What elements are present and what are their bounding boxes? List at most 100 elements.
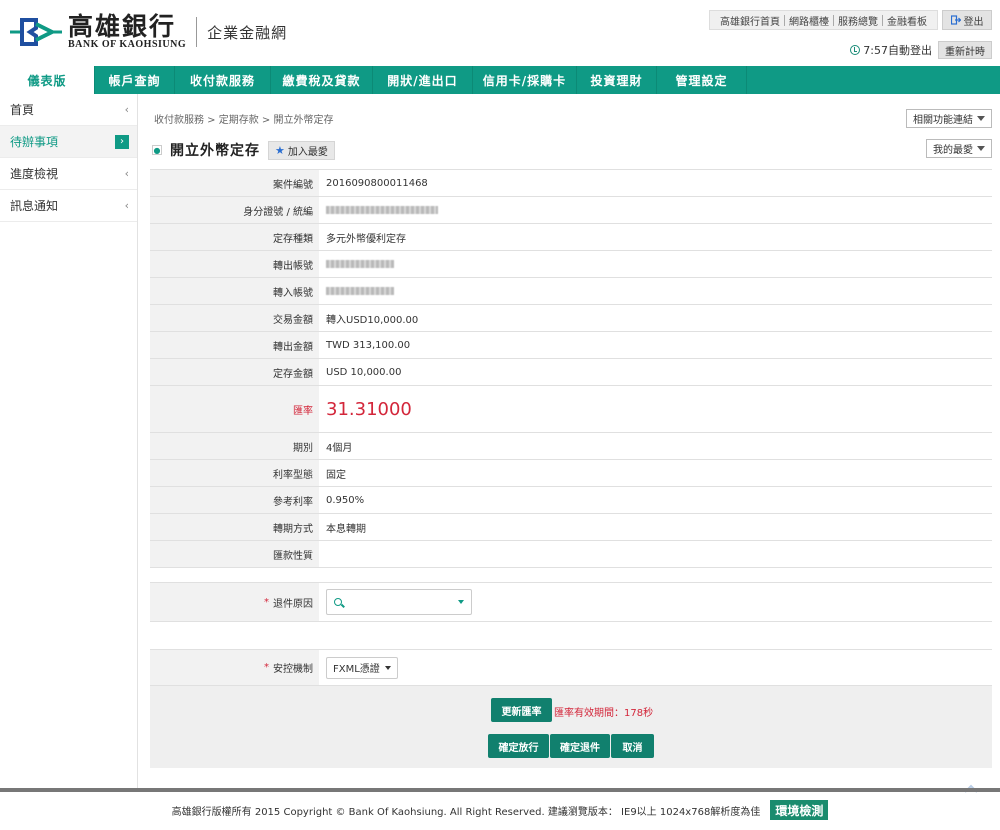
logo-english-name: BANK OF KAOHSIUNG [68,39,187,50]
exchange-rate-value: 31.31000 [326,398,412,420]
clock-icon [850,45,861,55]
detail-row-deposit-amount: 定存金額 USD 10,000.00 [150,359,992,386]
logout-button[interactable]: 登出 [942,10,992,30]
redacted-value [326,260,394,268]
sidebar-item-home[interactable]: 首頁 ‹ [0,94,137,126]
top-links: 高雄銀行首頁 網路櫃檯 服務總覽 金融看板 [709,10,938,30]
row-label: 交易金額 [150,305,319,331]
tab-tax-and-loans[interactable]: 繳費稅及貸款 [271,66,373,94]
row-label: 匯率 [150,386,319,432]
cancel-button[interactable]: 取消 [611,734,654,758]
bank-logo-icon [10,18,62,46]
page-title: 開立外幣定存 [170,143,260,159]
sidebar-item-label: 待辦事項 [10,135,59,149]
reject-reason-label: 退件原因 [273,598,313,610]
chevron-left-icon: ‹ [124,199,129,212]
logo-divider [196,17,198,47]
row-label: 匯款性質 [150,541,319,567]
reject-reason-select[interactable] [326,589,472,615]
row-value: 轉入USD10,000.00 [326,314,419,326]
redacted-value [326,206,438,214]
row-label: 身分證號 / 統編 [150,197,319,223]
redacted-value [326,287,394,295]
chevron-left-icon: ‹ [124,167,129,180]
row-label: 轉出帳號 [150,251,319,277]
main-nav: 儀表版 帳戶查詢 收付款服務 繳費稅及貸款 開狀/進出口 信用卡/採購卡 投資理… [0,66,1000,94]
logout-label: 登出 [963,16,984,28]
renew-session-button[interactable]: 重新計時 [938,41,992,59]
chevron-right-icon: › [115,134,129,149]
row-label: 定存種類 [150,224,319,250]
detail-row-deposit-type: 定存種類 多元外幣優利定存 [150,224,992,251]
detail-row-to-account: 轉入帳號 [150,278,992,305]
chevron-left-icon: ‹ [124,103,129,116]
site-subtitle: 企業金融網 [207,23,288,42]
related-links-dropdown[interactable]: 相關功能連結 [906,109,992,128]
auto-logout-text: 7:57自動登出 [863,44,932,57]
footer-divider [0,788,1000,792]
tab-account-inquiry[interactable]: 帳戶查詢 [95,66,175,94]
tab-investment[interactable]: 投資理財 [577,66,657,94]
detail-row-exchange-rate: 匯率 31.31000 [150,386,992,433]
refresh-rate-button[interactable]: 更新匯率 [491,698,552,722]
tab-import-export[interactable]: 開狀/進出口 [373,66,473,94]
detail-row-from-account: 轉出帳號 [150,251,992,278]
detail-row-case-number: 案件編號 2016090800011468 [150,170,992,197]
security-label: 安控機制 [273,664,313,675]
bullet-icon: ● [152,145,162,155]
link-finance-board[interactable]: 金融看板 [883,13,931,28]
security-mechanism-value: FXML憑證 [333,664,380,675]
row-label: 案件編號 [150,170,319,196]
detail-row-transaction-amount: 交易金額 轉入USD10,000.00 [150,305,992,332]
tab-dashboard[interactable]: 儀表版 [0,66,95,94]
sidebar-item-todo[interactable]: 待辦事項 › [0,126,137,158]
detail-table: 案件編號 2016090800011468 身分證號 / 統編 定存種類 多元外… [150,169,992,568]
page-title-area: ● 開立外幣定存 ★ 加入最愛 [152,140,335,160]
row-value: USD 10,000.00 [326,366,402,378]
row-label: 期別 [150,433,319,459]
detail-row-reference-rate: 參考利率 0.950% [150,487,992,514]
star-icon: ★ [275,143,285,157]
breadcrumb: 收付款服務 > 定期存款 > 開立外幣定存 [154,115,334,126]
rate-validity-text: 匯率有效期間：178秒 [554,708,654,719]
link-online-counter[interactable]: 網路櫃檯 [785,13,833,28]
tab-admin-settings[interactable]: 管理設定 [657,66,747,94]
search-icon [334,598,342,606]
sidebar-item-label: 訊息通知 [10,199,59,213]
tab-credit-cards[interactable]: 信用卡/採購卡 [473,66,577,94]
confirm-reject-button[interactable]: 確定退件 [550,734,610,758]
row-label: 轉入帳號 [150,278,319,304]
sidebar-item-messages[interactable]: 訊息通知 ‹ [0,190,137,222]
confirm-release-button[interactable]: 確定放行 [488,734,549,758]
my-favorites-dropdown[interactable]: 我的最愛 [926,139,992,158]
logout-icon [950,15,961,25]
row-value: 4個月 [326,442,353,454]
detail-row-term: 期別 4個月 [150,433,992,460]
row-label: 轉期方式 [150,514,319,540]
tab-payment-services[interactable]: 收付款服務 [175,66,271,94]
detail-row-outgoing-amount: 轉出金額 TWD 313,100.00 [150,332,992,359]
footer: 高雄銀行版權所有 2015 Copyright © Bank Of Kaohsi… [0,798,1000,822]
copyright-text: 高雄銀行版權所有 2015 Copyright © Bank Of Kaohsi… [171,806,761,818]
row-label: 定存金額 [150,359,319,385]
security-row: * 安控機制 FXML憑證 [150,649,992,686]
detail-row-renewal-method: 轉期方式 本息轉期 [150,514,992,541]
required-mark: * [264,662,269,673]
chevron-down-icon [977,146,985,151]
chevron-down-icon [458,600,464,604]
my-favorites-label: 我的最愛 [933,145,973,156]
row-value: 本息轉期 [326,523,366,535]
add-favorite-button[interactable]: ★ 加入最愛 [268,140,335,160]
bank-logo[interactable]: 高雄銀行 BANK OF KAOHSIUNG 企業金融網 [8,14,287,50]
link-service-overview[interactable]: 服務總覽 [834,13,882,28]
sidebar-item-label: 進度檢視 [10,167,59,181]
add-favorite-label: 加入最愛 [287,146,328,158]
sidebar-item-progress[interactable]: 進度檢視 ‹ [0,158,137,190]
security-mechanism-select[interactable]: FXML憑證 [326,656,398,679]
environment-check-button[interactable]: 環境檢測 [770,800,829,820]
sidebar-item-label: 首頁 [10,103,35,117]
required-mark: * [264,596,269,608]
row-label: 轉出金額 [150,332,319,358]
logo-chinese-name: 高雄銀行 [68,12,177,41]
link-bank-home[interactable]: 高雄銀行首頁 [716,13,784,28]
